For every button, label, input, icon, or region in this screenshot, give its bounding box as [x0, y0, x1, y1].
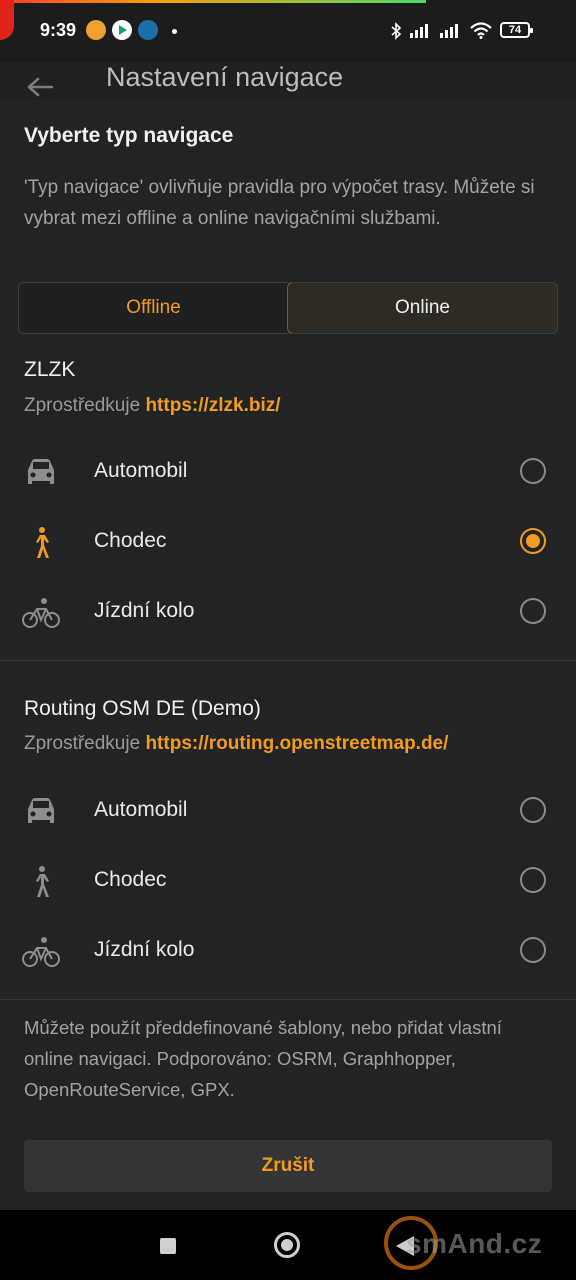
radio-button[interactable]: [520, 867, 546, 893]
wifi-icon: [470, 22, 492, 39]
page-title: Nastavení navigace: [106, 62, 344, 92]
status-progress-line: [0, 0, 426, 3]
bluetooth-icon: [391, 22, 402, 40]
recents-button-icon[interactable]: [160, 1238, 176, 1254]
radio-button[interactable]: [520, 598, 546, 624]
bicycle-icon: [22, 598, 60, 628]
status-time: 9:39: [40, 20, 77, 40]
option-label: Automobil: [94, 459, 188, 482]
option-row-pedestrian[interactable]: Chodec: [0, 847, 576, 917]
option-label: Automobil: [94, 798, 188, 821]
option-label: Jízdní kolo: [94, 938, 195, 961]
pedestrian-icon: [36, 866, 49, 897]
provider-attribution: Zprostředkuje https://routing.openstreet…: [24, 733, 448, 755]
app-bar: Nastavení navigace: [0, 62, 576, 100]
tab-offline[interactable]: Offline: [19, 283, 288, 333]
browser-icon: [138, 20, 158, 40]
watermark-text: smAnd.cz: [406, 1228, 543, 1259]
nav-type-description: 'Typ navigace' ovlivňuje pravidla pro vý…: [24, 177, 535, 229]
radio-button[interactable]: [520, 797, 546, 823]
option-label: Chodec: [94, 868, 167, 891]
radio-button-selected[interactable]: [520, 528, 546, 554]
notification-dot-icon: [172, 29, 177, 34]
provider-link[interactable]: https://routing.openstreetmap.de/: [145, 733, 448, 754]
signal-icon-2: [440, 24, 458, 38]
provider-attribution-prefix: Zprostředkuje: [24, 733, 141, 754]
back-arrow-icon[interactable]: [26, 76, 54, 98]
car-icon: [28, 798, 54, 823]
bicycle-icon: [22, 937, 60, 967]
provider-name: Routing OSM DE (Demo): [24, 697, 261, 720]
section-divider: [0, 660, 576, 661]
status-bar: 9:39 74: [0, 0, 576, 62]
cancel-button[interactable]: Zrušit: [24, 1140, 552, 1192]
section-divider: [0, 999, 576, 1000]
provider-attribution-prefix: Zprostředkuje: [24, 395, 141, 416]
option-label: Jízdní kolo: [94, 599, 195, 622]
tab-online[interactable]: Online: [287, 283, 557, 333]
app-notification-icon: [86, 20, 106, 40]
option-row-car[interactable]: Automobil: [0, 777, 576, 847]
home-button-icon[interactable]: [274, 1232, 300, 1258]
option-row-bicycle[interactable]: Jízdní kolo: [0, 917, 576, 987]
radio-button[interactable]: [520, 458, 546, 484]
nav-type-heading: Vyberte typ navigace: [24, 124, 234, 147]
signal-icon: [410, 24, 428, 38]
option-row-pedestrian[interactable]: Chodec: [0, 508, 576, 578]
provider-name: ZLZK: [24, 358, 76, 381]
nav-type-segmented-control: Offline Online: [18, 282, 558, 334]
battery-indicator: 74: [500, 22, 533, 38]
option-row-bicycle[interactable]: Jízdní kolo: [0, 578, 576, 648]
play-store-icon: [112, 20, 132, 40]
provider-link[interactable]: https://zlzk.biz/: [145, 395, 280, 416]
radio-button[interactable]: [520, 937, 546, 963]
watermark: smAnd.cz: [384, 1216, 574, 1280]
option-row-car[interactable]: Automobil: [0, 438, 576, 508]
status-corner-accent: [0, 0, 14, 40]
provider-attribution: Zprostředkuje https://zlzk.biz/: [24, 395, 281, 417]
pedestrian-icon: [36, 527, 49, 558]
car-icon: [28, 459, 54, 484]
footer-info-text: Můžete použít předdefinované šablony, ne…: [24, 1017, 502, 1100]
option-label: Chodec: [94, 529, 167, 552]
